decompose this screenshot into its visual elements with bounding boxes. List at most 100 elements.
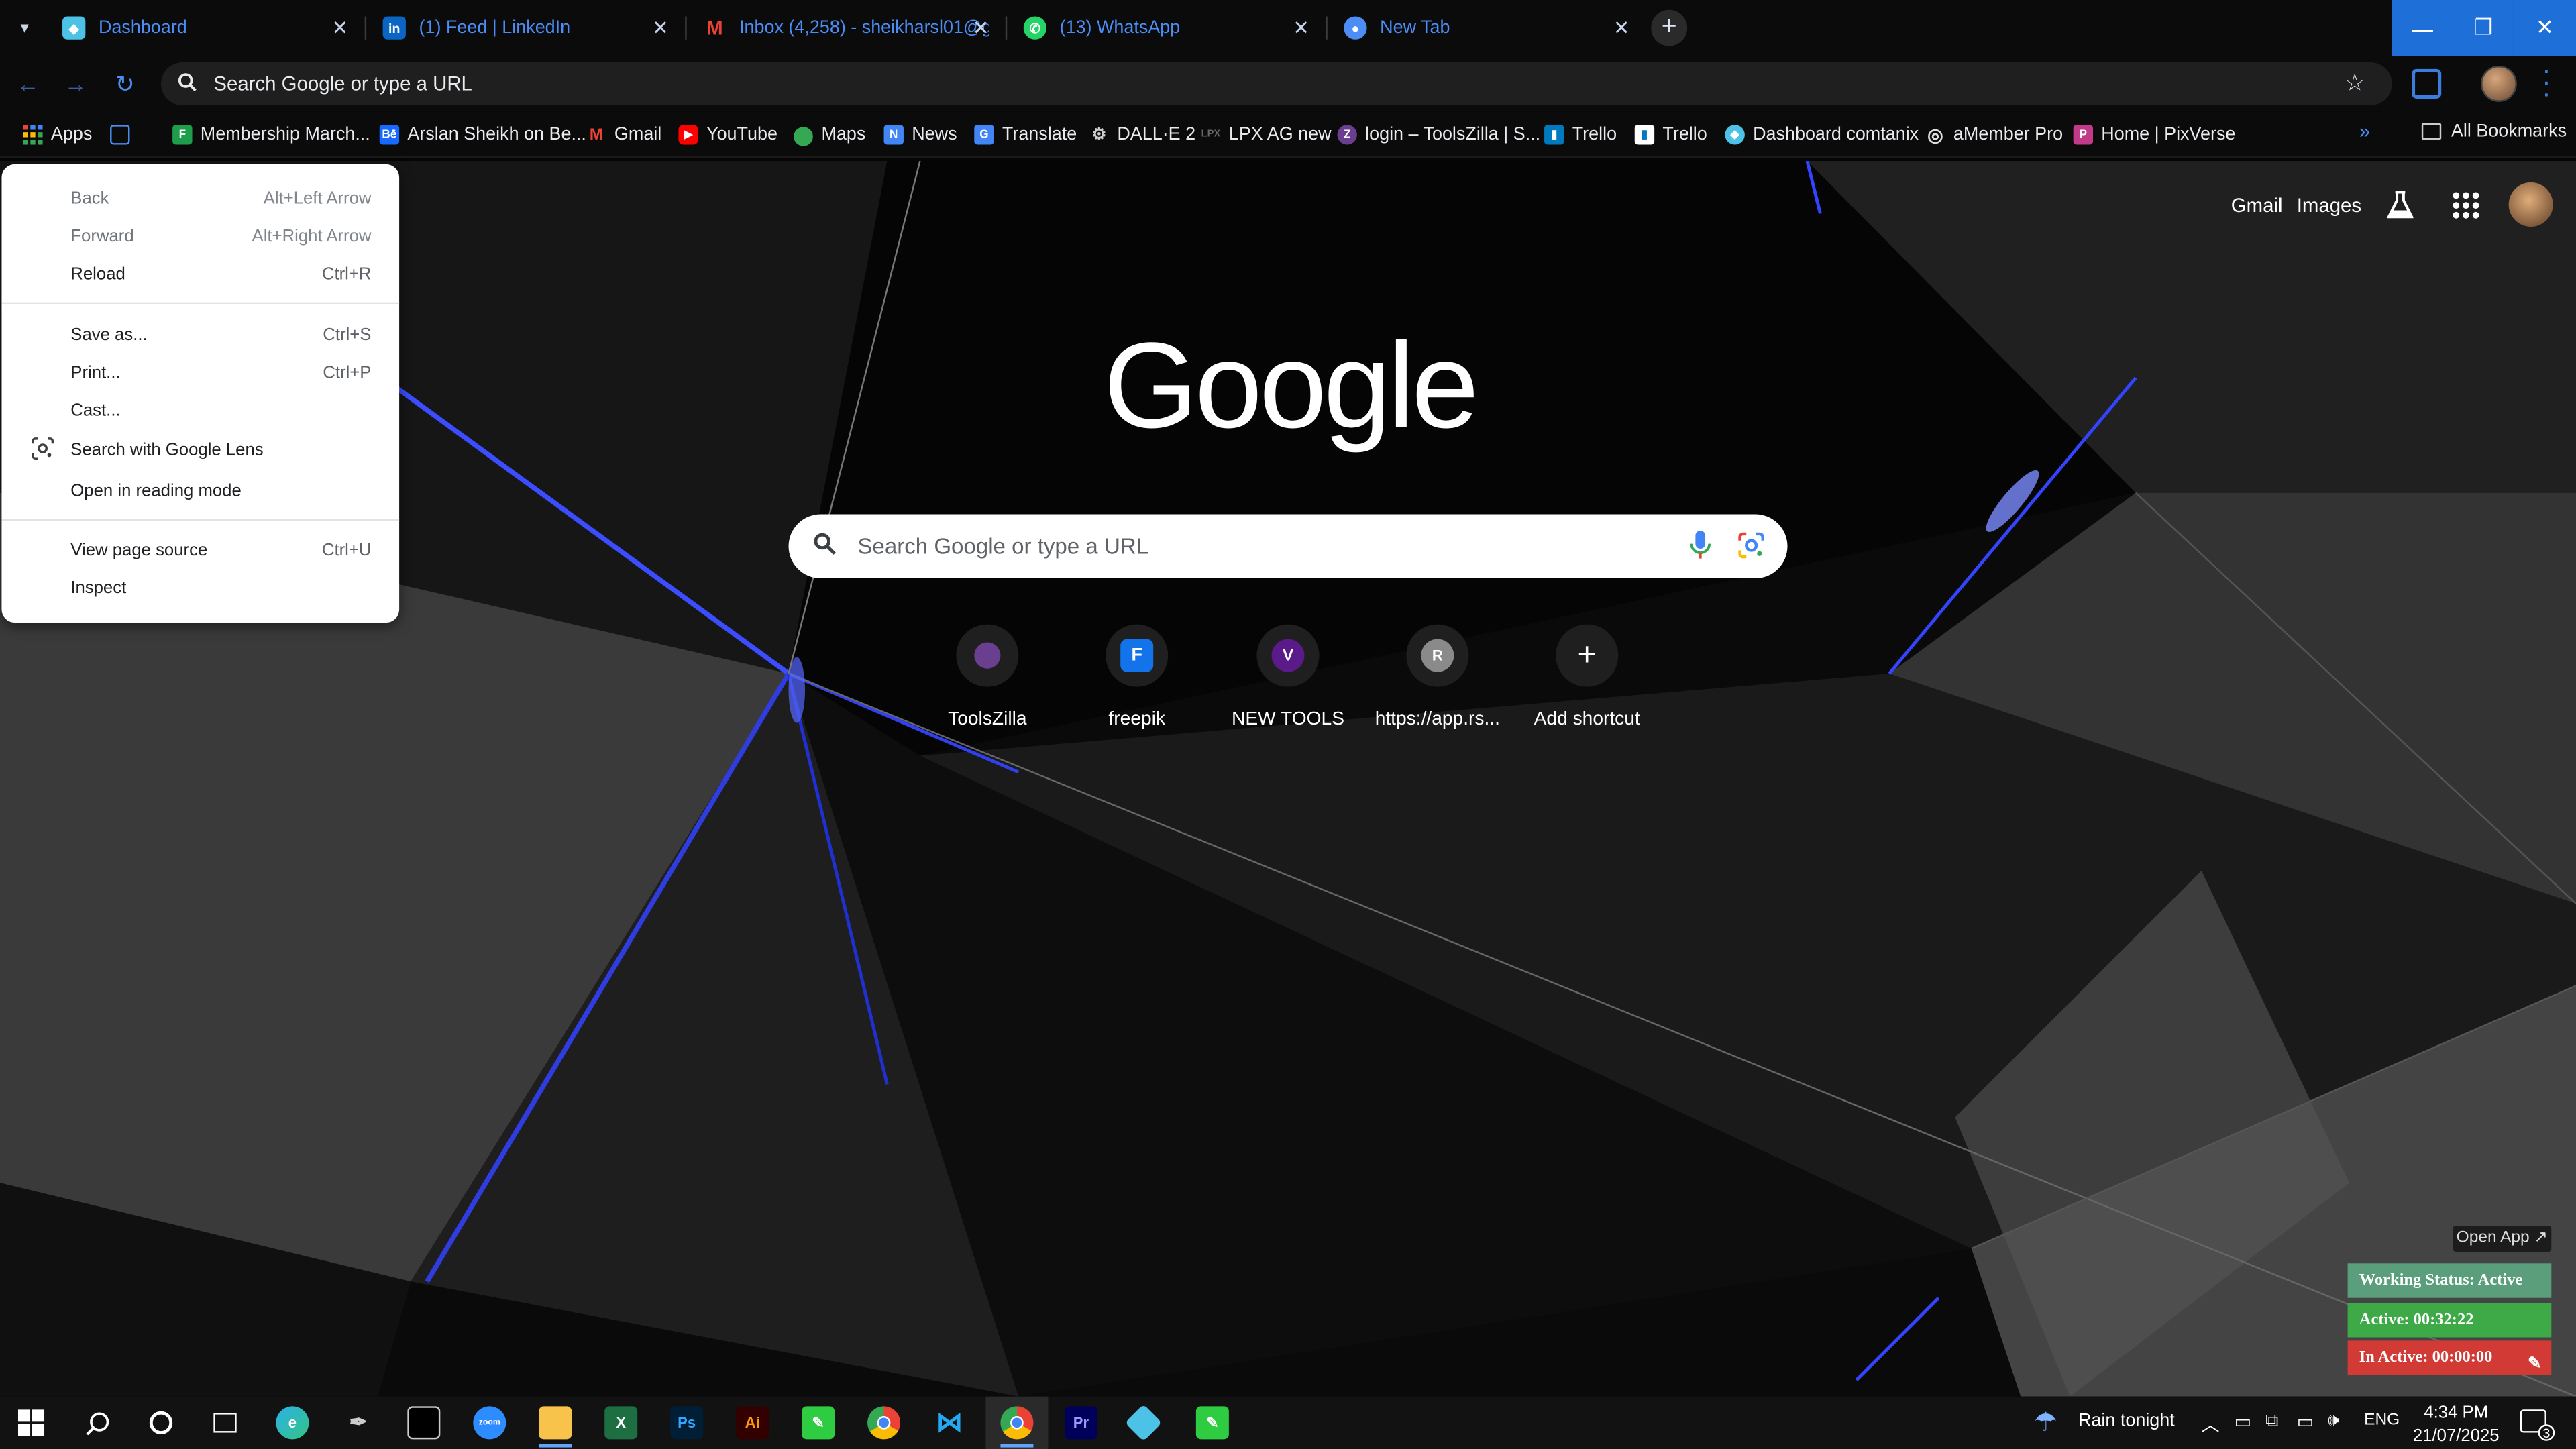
open-app-button[interactable]: Open App ↗ (2453, 1225, 2552, 1252)
bookmark-youtube[interactable]: ▶ YouTube (678, 121, 777, 148)
menu-item-back[interactable]: Back Alt+Left Arrow (1, 180, 399, 217)
zoom-icon[interactable]: zoom (473, 1406, 506, 1440)
illustrator-icon[interactable]: Ai (736, 1406, 769, 1440)
bookmark-dalle[interactable]: ⚙ DALL·E 2 (1089, 121, 1195, 148)
cortana-icon[interactable] (145, 1406, 178, 1439)
tab-new-tab[interactable]: ● New Tab ✕ (1328, 0, 1646, 56)
file-explorer-icon[interactable] (539, 1406, 572, 1440)
forward-button[interactable]: → (59, 67, 92, 100)
chrome-active-icon[interactable] (1000, 1406, 1034, 1440)
bookmark-amember[interactable]: ◎ aMember Pro (1925, 121, 2063, 148)
close-icon[interactable]: ✕ (1613, 16, 1630, 39)
task-view-icon[interactable] (209, 1406, 241, 1439)
bookmark-translate[interactable]: G Translate (974, 121, 1077, 148)
bookmarks-overflow-icon[interactable]: » (2359, 120, 2370, 143)
menu-item-save-as[interactable]: Save as... Ctrl+S (1, 317, 399, 354)
system-clock[interactable]: 4:34 PM 21/07/2025 (2412, 1401, 2500, 1448)
menu-item-forward[interactable]: Forward Alt+Right Arrow (1, 219, 399, 255)
terminal-icon[interactable] (407, 1406, 441, 1440)
all-bookmarks-button[interactable]: All Bookmarks (2421, 121, 2567, 142)
search-icon[interactable] (80, 1406, 113, 1439)
voice-search-icon[interactable] (1689, 531, 1712, 560)
tab-dashboard[interactable]: ◆ Dashboard ✕ (46, 0, 365, 56)
plus-icon: + (1556, 624, 1619, 687)
gmail-link[interactable]: Gmail (2231, 194, 2283, 217)
app-icon[interactable] (1124, 1404, 1163, 1442)
menu-item-reading-mode[interactable]: Open in reading mode (1, 473, 399, 509)
profile-avatar[interactable] (2480, 65, 2517, 102)
green-app-icon[interactable]: ✎ (802, 1406, 835, 1440)
close-icon[interactable]: ✕ (652, 16, 669, 39)
restore-button[interactable]: ❐ (2453, 0, 2514, 56)
reload-button[interactable]: ↻ (109, 67, 142, 100)
menu-item-google-lens[interactable]: Search with Google Lens (1, 432, 399, 468)
language-indicator[interactable]: ENG (2364, 1411, 2400, 1430)
bookmark-dashboard-comtanix[interactable]: ◆ Dashboard comtanix (1725, 121, 1919, 148)
back-button[interactable]: ← (11, 67, 44, 100)
menu-item-print[interactable]: Print... Ctrl+P (1, 355, 399, 391)
extensions-icon[interactable] (2412, 68, 2442, 99)
labs-flask-icon[interactable] (2386, 191, 2414, 220)
tab-linkedin[interactable]: in (1) Feed | LinkedIn ✕ (366, 0, 685, 56)
bookmark-trello-2[interactable]: ▮ Trello (1634, 121, 1707, 148)
close-window-button[interactable]: ✕ (2513, 0, 2576, 56)
volume-icon[interactable]: 🕪 (2328, 1411, 2339, 1433)
menu-item-view-source[interactable]: View page source Ctrl+U (1, 532, 399, 568)
close-icon[interactable]: ✕ (973, 16, 989, 39)
chrome-menu-icon[interactable]: · · · (2538, 58, 2555, 107)
edge-icon[interactable]: e (276, 1406, 309, 1440)
photoshop-icon[interactable]: Ps (670, 1406, 704, 1440)
pen-icon[interactable]: ✒ (341, 1406, 374, 1439)
bookmark-lpx[interactable]: LPX LPX AG new (1201, 121, 1332, 148)
minimize-button[interactable]: — (2392, 0, 2453, 56)
google-account-avatar[interactable] (2508, 182, 2553, 227)
new-tab-button[interactable]: + (1651, 9, 1688, 46)
bookmark-star-icon[interactable]: ☆ (2345, 69, 2365, 97)
windows-start-icon[interactable] (15, 1406, 48, 1439)
pixverse-favicon: P (2073, 125, 2094, 145)
youtube-favicon: ▶ (678, 125, 698, 145)
vscode-icon[interactable]: ⋈ (933, 1406, 966, 1439)
bookmark-trello-1[interactable]: ▮ Trello (1544, 121, 1617, 148)
meet-now-icon[interactable]: ▭ (2235, 1411, 2251, 1432)
bookmark-membership[interactable]: F Membership March... (172, 121, 370, 148)
shortcut-toolszilla[interactable]: ToolsZilla (922, 624, 1053, 729)
shortcut-app-rs[interactable]: R https://app.rs... (1372, 624, 1503, 729)
green-app-2-icon[interactable]: ✎ (1195, 1406, 1229, 1440)
excel-icon[interactable]: X (604, 1406, 638, 1440)
menu-item-inspect[interactable]: Inspect (1, 570, 399, 606)
tab-gmail[interactable]: M Inbox (4,258) - sheikharsl01@g ✕ (687, 0, 1006, 56)
tab-whatsapp[interactable]: ✆ (13) WhatsApp ✕ (1007, 0, 1326, 56)
menu-item-cast[interactable]: Cast... (1, 392, 399, 429)
bookmark-gmail[interactable]: M Gmail (586, 121, 662, 148)
bookmark-news[interactable]: N News (883, 121, 957, 148)
network-icon[interactable]: ▭ (2297, 1411, 2314, 1432)
membership-favicon: F (172, 125, 193, 145)
pencil-icon[interactable]: ✎ (2528, 1347, 2542, 1381)
google-apps-icon[interactable] (2453, 192, 2479, 219)
bookmark-grid-icon-button[interactable] (110, 121, 138, 148)
weather-icon[interactable]: ☂ (2034, 1406, 2057, 1439)
add-shortcut-button[interactable]: + Add shortcut (1521, 624, 1653, 729)
close-icon[interactable]: ✕ (332, 16, 349, 39)
bookmark-pixverse[interactable]: P Home | PixVerse (2073, 121, 2235, 148)
shortcut-freepik[interactable]: F freepik (1071, 624, 1203, 729)
menu-item-reload[interactable]: Reload Ctrl+R (1, 256, 399, 292)
address-bar[interactable]: Search Google or type a URL (161, 62, 2392, 105)
images-link[interactable]: Images (2297, 194, 2361, 217)
bookmark-toolszilla[interactable]: Z login – ToolsZilla | S... (1337, 121, 1540, 148)
chrome-icon[interactable] (867, 1406, 901, 1440)
tray-app-icon[interactable]: ⧉ (2265, 1411, 2278, 1433)
google-lens-icon[interactable] (1737, 531, 1766, 560)
menu-shortcut: Alt+Right Arrow (252, 226, 372, 247)
shortcut-new-tools[interactable]: V NEW TOOLS (1222, 624, 1354, 729)
premiere-icon[interactable]: Pr (1064, 1406, 1097, 1440)
bookmark-maps[interactable]: ⬤ Maps (793, 121, 865, 148)
chevron-up-icon[interactable]: ︿ (2202, 1411, 2220, 1438)
close-icon[interactable]: ✕ (1293, 16, 1309, 39)
weather-text[interactable]: Rain tonight (2078, 1411, 2175, 1431)
ntp-search-box[interactable]: Search Google or type a URL (788, 514, 1788, 579)
tab-search-button[interactable]: ▾ (8, 11, 41, 44)
bookmark-apps[interactable]: Apps (23, 121, 92, 148)
bookmark-behance[interactable]: Bē Arslan Sheikh on Be... (379, 121, 586, 148)
